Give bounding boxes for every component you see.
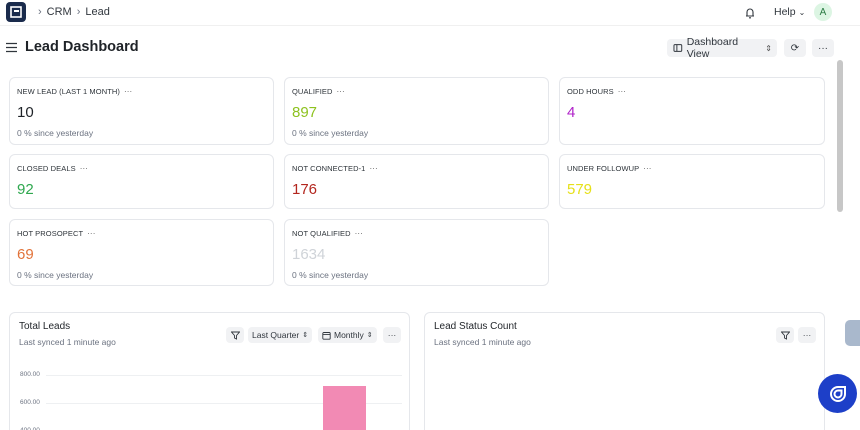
ellipsis-icon[interactable]: ··· — [618, 87, 626, 96]
chevron-right-icon: › — [76, 6, 81, 18]
filter-icon — [230, 331, 240, 340]
refresh-icon: ⟳ — [790, 42, 800, 54]
metric-label-text: UNDER FOLLOWUP — [567, 164, 640, 173]
period-select[interactable]: Last Quarter ⇕ — [248, 327, 313, 343]
app-logo[interactable] — [6, 2, 26, 22]
metric-value: 4 — [567, 104, 576, 121]
metric-value: 897 — [292, 104, 318, 121]
panel-title: Lead Status Count — [434, 321, 517, 332]
metric-card-not-qualified[interactable]: NOT QUALIFIED ··· 1634 0 % since yesterd… — [284, 219, 549, 286]
more-options-button[interactable]: ··· — [812, 39, 834, 57]
ellipsis-icon[interactable]: ··· — [355, 229, 363, 238]
chevron-right-icon: › — [38, 6, 42, 18]
metric-value: 579 — [567, 181, 593, 198]
metric-card-qualified[interactable]: QUALIFIED ··· 897 0 % since yesterday — [284, 77, 549, 145]
interval-label: Monthly — [334, 330, 364, 340]
interval-select[interactable]: Monthly ⇕ — [318, 327, 377, 343]
avatar[interactable]: A — [814, 3, 832, 21]
metric-value: 10 — [17, 104, 34, 121]
metric-label-text: ODD HOURS — [567, 87, 614, 96]
metric-change: 0 % since yesterday — [17, 128, 94, 138]
panel-title: Total Leads — [19, 321, 71, 332]
metric-label: NEW LEAD (LAST 1 MONTH) ··· — [17, 87, 132, 96]
bell-icon[interactable] — [743, 6, 757, 20]
y-tick-label: 600.00 — [20, 399, 40, 406]
filter-button[interactable] — [226, 327, 244, 343]
chart-bar[interactable] — [323, 386, 366, 430]
metric-card-under-followup[interactable]: UNDER FOLLOWUP ··· 579 — [559, 154, 825, 209]
metric-label-text: HOT PROSOPECT — [17, 229, 84, 238]
help-menu[interactable]: Help ⌄ — [774, 6, 805, 18]
metric-label: NOT QUALIFIED ··· — [292, 229, 363, 238]
metric-value: 92 — [17, 181, 34, 198]
metric-card-new-lead[interactable]: NEW LEAD (LAST 1 MONTH) ··· 10 0 % since… — [9, 77, 274, 145]
metric-value: 176 — [292, 181, 318, 198]
help-label: Help — [774, 6, 796, 18]
ellipsis-icon[interactable]: ··· — [337, 87, 345, 96]
ellipsis-icon[interactable]: ··· — [124, 87, 132, 96]
breadcrumb-crm[interactable]: CRM — [47, 6, 72, 18]
page-title: Lead Dashboard — [25, 39, 139, 55]
breadcrumb: › CRM › Lead — [33, 6, 110, 18]
y-tick-label: 800.00 — [20, 371, 40, 378]
metric-label-text: NEW LEAD (LAST 1 MONTH) — [17, 87, 121, 96]
chevron-updown-icon: ⇕ — [302, 332, 309, 339]
panel-more-button[interactable]: ··· — [798, 327, 816, 343]
metric-label: NOT CONNECTED-1 ··· — [292, 164, 378, 173]
metric-card-hot-prospect[interactable]: HOT PROSOPECT ··· 69 0 % since yesterday — [9, 219, 274, 286]
layout-icon — [673, 44, 683, 52]
metric-label: CLOSED DEALS ··· — [17, 164, 88, 173]
metric-label: ODD HOURS ··· — [567, 87, 626, 96]
chevron-down-icon: ⌄ — [798, 7, 806, 17]
metric-card-odd-hours[interactable]: ODD HOURS ··· 4 — [559, 77, 825, 145]
ellipsis-icon[interactable]: ··· — [369, 164, 377, 173]
ellipsis-icon: ··· — [387, 330, 397, 340]
view-select-label: Dashboard View — [686, 36, 739, 60]
metric-label: UNDER FOLLOWUP ··· — [567, 164, 652, 173]
metric-change: 0 % since yesterday — [292, 128, 369, 138]
panel-synced: Last synced 1 minute ago — [19, 337, 116, 347]
chevron-updown-icon: ⇕ — [765, 43, 772, 53]
dashboard-view-select[interactable]: Dashboard View ⇕ — [667, 36, 777, 60]
total-leads-panel: Total Leads Last synced 1 minute ago Las… — [9, 312, 410, 430]
metric-label: QUALIFIED ··· — [292, 87, 345, 96]
refresh-button[interactable]: ⟳ — [784, 39, 806, 57]
chat-fab[interactable] — [818, 374, 857, 413]
side-drawer-tab[interactable] — [845, 320, 860, 346]
ellipsis-icon: ··· — [802, 330, 812, 340]
ellipsis-icon: ··· — [818, 42, 828, 54]
logo-icon — [10, 6, 22, 18]
metric-label-text: NOT CONNECTED-1 — [292, 164, 366, 173]
chat-icon — [829, 385, 846, 402]
breadcrumb-lead[interactable]: Lead — [85, 6, 109, 18]
ellipsis-icon[interactable]: ··· — [87, 229, 95, 238]
metric-value: 1634 — [292, 246, 326, 263]
metric-card-closed-deals[interactable]: CLOSED DEALS ··· 92 — [9, 154, 274, 209]
period-label: Last Quarter — [252, 330, 300, 340]
menu-icon[interactable] — [6, 42, 17, 53]
metric-label-text: QUALIFIED — [292, 87, 333, 96]
top-bar: › CRM › Lead Help ⌄ A — [0, 0, 860, 26]
metric-change: 0 % since yesterday — [17, 270, 94, 280]
calendar-icon — [322, 331, 331, 340]
panel-more-button[interactable]: ··· — [383, 327, 401, 343]
ellipsis-icon[interactable]: ··· — [80, 164, 88, 173]
panel-synced: Last synced 1 minute ago — [434, 337, 531, 347]
chevron-updown-icon: ⇕ — [366, 332, 373, 339]
metric-card-not-connected[interactable]: NOT CONNECTED-1 ··· 176 — [284, 154, 549, 209]
metric-value: 69 — [17, 246, 34, 263]
metric-label: HOT PROSOPECT ··· — [17, 229, 95, 238]
metric-label-text: CLOSED DEALS — [17, 164, 76, 173]
filter-button[interactable] — [776, 327, 794, 343]
scrollbar[interactable] — [837, 60, 843, 212]
filter-icon — [780, 331, 790, 340]
ellipsis-icon[interactable]: ··· — [643, 164, 651, 173]
metric-label-text: NOT QUALIFIED — [292, 229, 351, 238]
lead-status-panel: Lead Status Count Last synced 1 minute a… — [424, 312, 825, 430]
metric-change: 0 % since yesterday — [292, 270, 369, 280]
gridline — [46, 375, 402, 376]
